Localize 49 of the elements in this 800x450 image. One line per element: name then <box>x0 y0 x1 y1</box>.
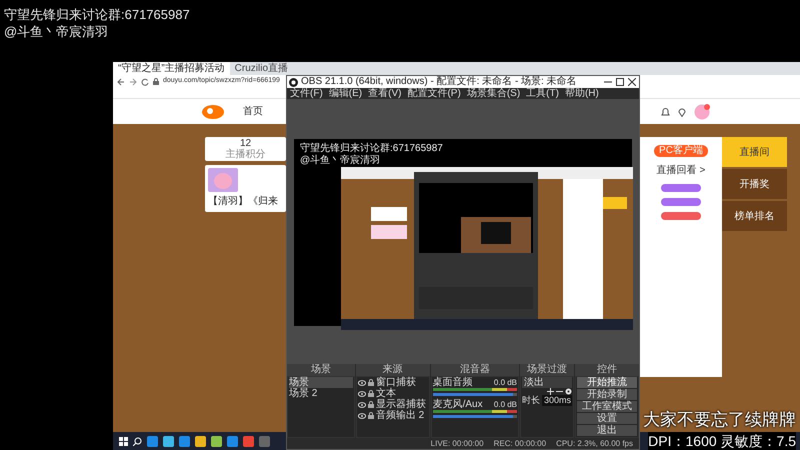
window-title: OBS 21.1.0 (64bit, windows) - 配置文件: 未命名 - 场景: 未命名 <box>301 76 577 88</box>
stat-value: 12 <box>240 138 252 149</box>
dpi-text: DPI：1600 灵敏度：7.5 <box>648 433 796 449</box>
scene-item[interactable]: 场景 2 <box>289 388 353 399</box>
side-menu-button[interactable]: 直播间 <box>722 137 787 167</box>
source-name[interactable]: 显示器捕获 <box>376 399 426 410</box>
dock-header: 场景 <box>287 364 355 376</box>
control-button[interactable]: 开始录制 <box>577 389 637 400</box>
duration-field[interactable]: 300ms <box>542 395 572 406</box>
dock-header: 控件 <box>575 364 639 376</box>
stat-label: 主播积分 <box>226 149 266 160</box>
overlay-text: @斗鱼丶帝宸清羽 <box>300 155 382 167</box>
menu-item[interactable]: 查看(V) <box>368 88 402 99</box>
control-button[interactable]: 设置 <box>577 413 637 424</box>
source-name[interactable]: 窗口捕获 <box>376 377 416 388</box>
status-text: CPU: 2.3%, 60.00 fps <box>556 438 633 449</box>
transition-select[interactable]: 淡出 <box>522 377 572 388</box>
browser-tab[interactable]: “守望之星”主播招募活动 <box>113 62 230 75</box>
menu-item[interactable]: 编辑(E) <box>328 88 362 99</box>
menu-item[interactable]: 文件(F) <box>290 88 323 99</box>
scene-item[interactable]: 场景 <box>289 377 353 388</box>
overlay-text: @斗鱼丶帝宸清羽 <box>4 23 110 40</box>
channel-reading: 0.0 dB <box>494 377 518 388</box>
source-name[interactable]: 文本 <box>376 388 396 399</box>
control-button[interactable]: 开始推流 <box>577 377 637 388</box>
status-text: LIVE: 00:00:00 <box>430 438 484 449</box>
dock-header: 混音器 <box>430 364 520 376</box>
menu-item[interactable]: 配置文件(P) <box>407 88 461 99</box>
control-button[interactable]: 工作室模式 <box>577 401 637 412</box>
dock-header: 场景过渡 <box>520 364 574 376</box>
menu-item[interactable]: 帮助(H) <box>564 88 599 99</box>
nav-link[interactable]: 首页 <box>243 104 263 119</box>
caption-text: 大家不要忘了续牌牌 <box>643 410 796 429</box>
source-name[interactable]: 音频输出 2 <box>376 410 424 421</box>
overlay-text: 守望先锋归来讨论群:671765987 <box>300 143 444 154</box>
channel-name: 桌面音频 <box>432 377 473 388</box>
overlay-text: 守望先锋归来讨论群:671765987 <box>4 6 190 23</box>
channel-name: 麦克风/Aux <box>432 399 483 410</box>
video-title[interactable]: 【清羽】《归来 <box>208 194 283 209</box>
status-text: REC: 00:00:00 <box>494 438 546 449</box>
dock-header: 来源 <box>356 364 430 376</box>
replay-link[interactable]: 直播回看 > <box>656 163 706 178</box>
control-button[interactable]: 退出 <box>577 425 637 436</box>
side-menu-button[interactable]: 开播奖 <box>722 169 787 199</box>
menu-item[interactable]: 工具(T) <box>526 88 559 99</box>
menu-item[interactable]: 场景集合(S) <box>466 88 520 99</box>
side-menu-button[interactable]: 榜单排名 <box>722 201 787 231</box>
channel-reading: 0.0 dB <box>494 399 518 410</box>
duration-label: 时长 <box>522 395 540 406</box>
